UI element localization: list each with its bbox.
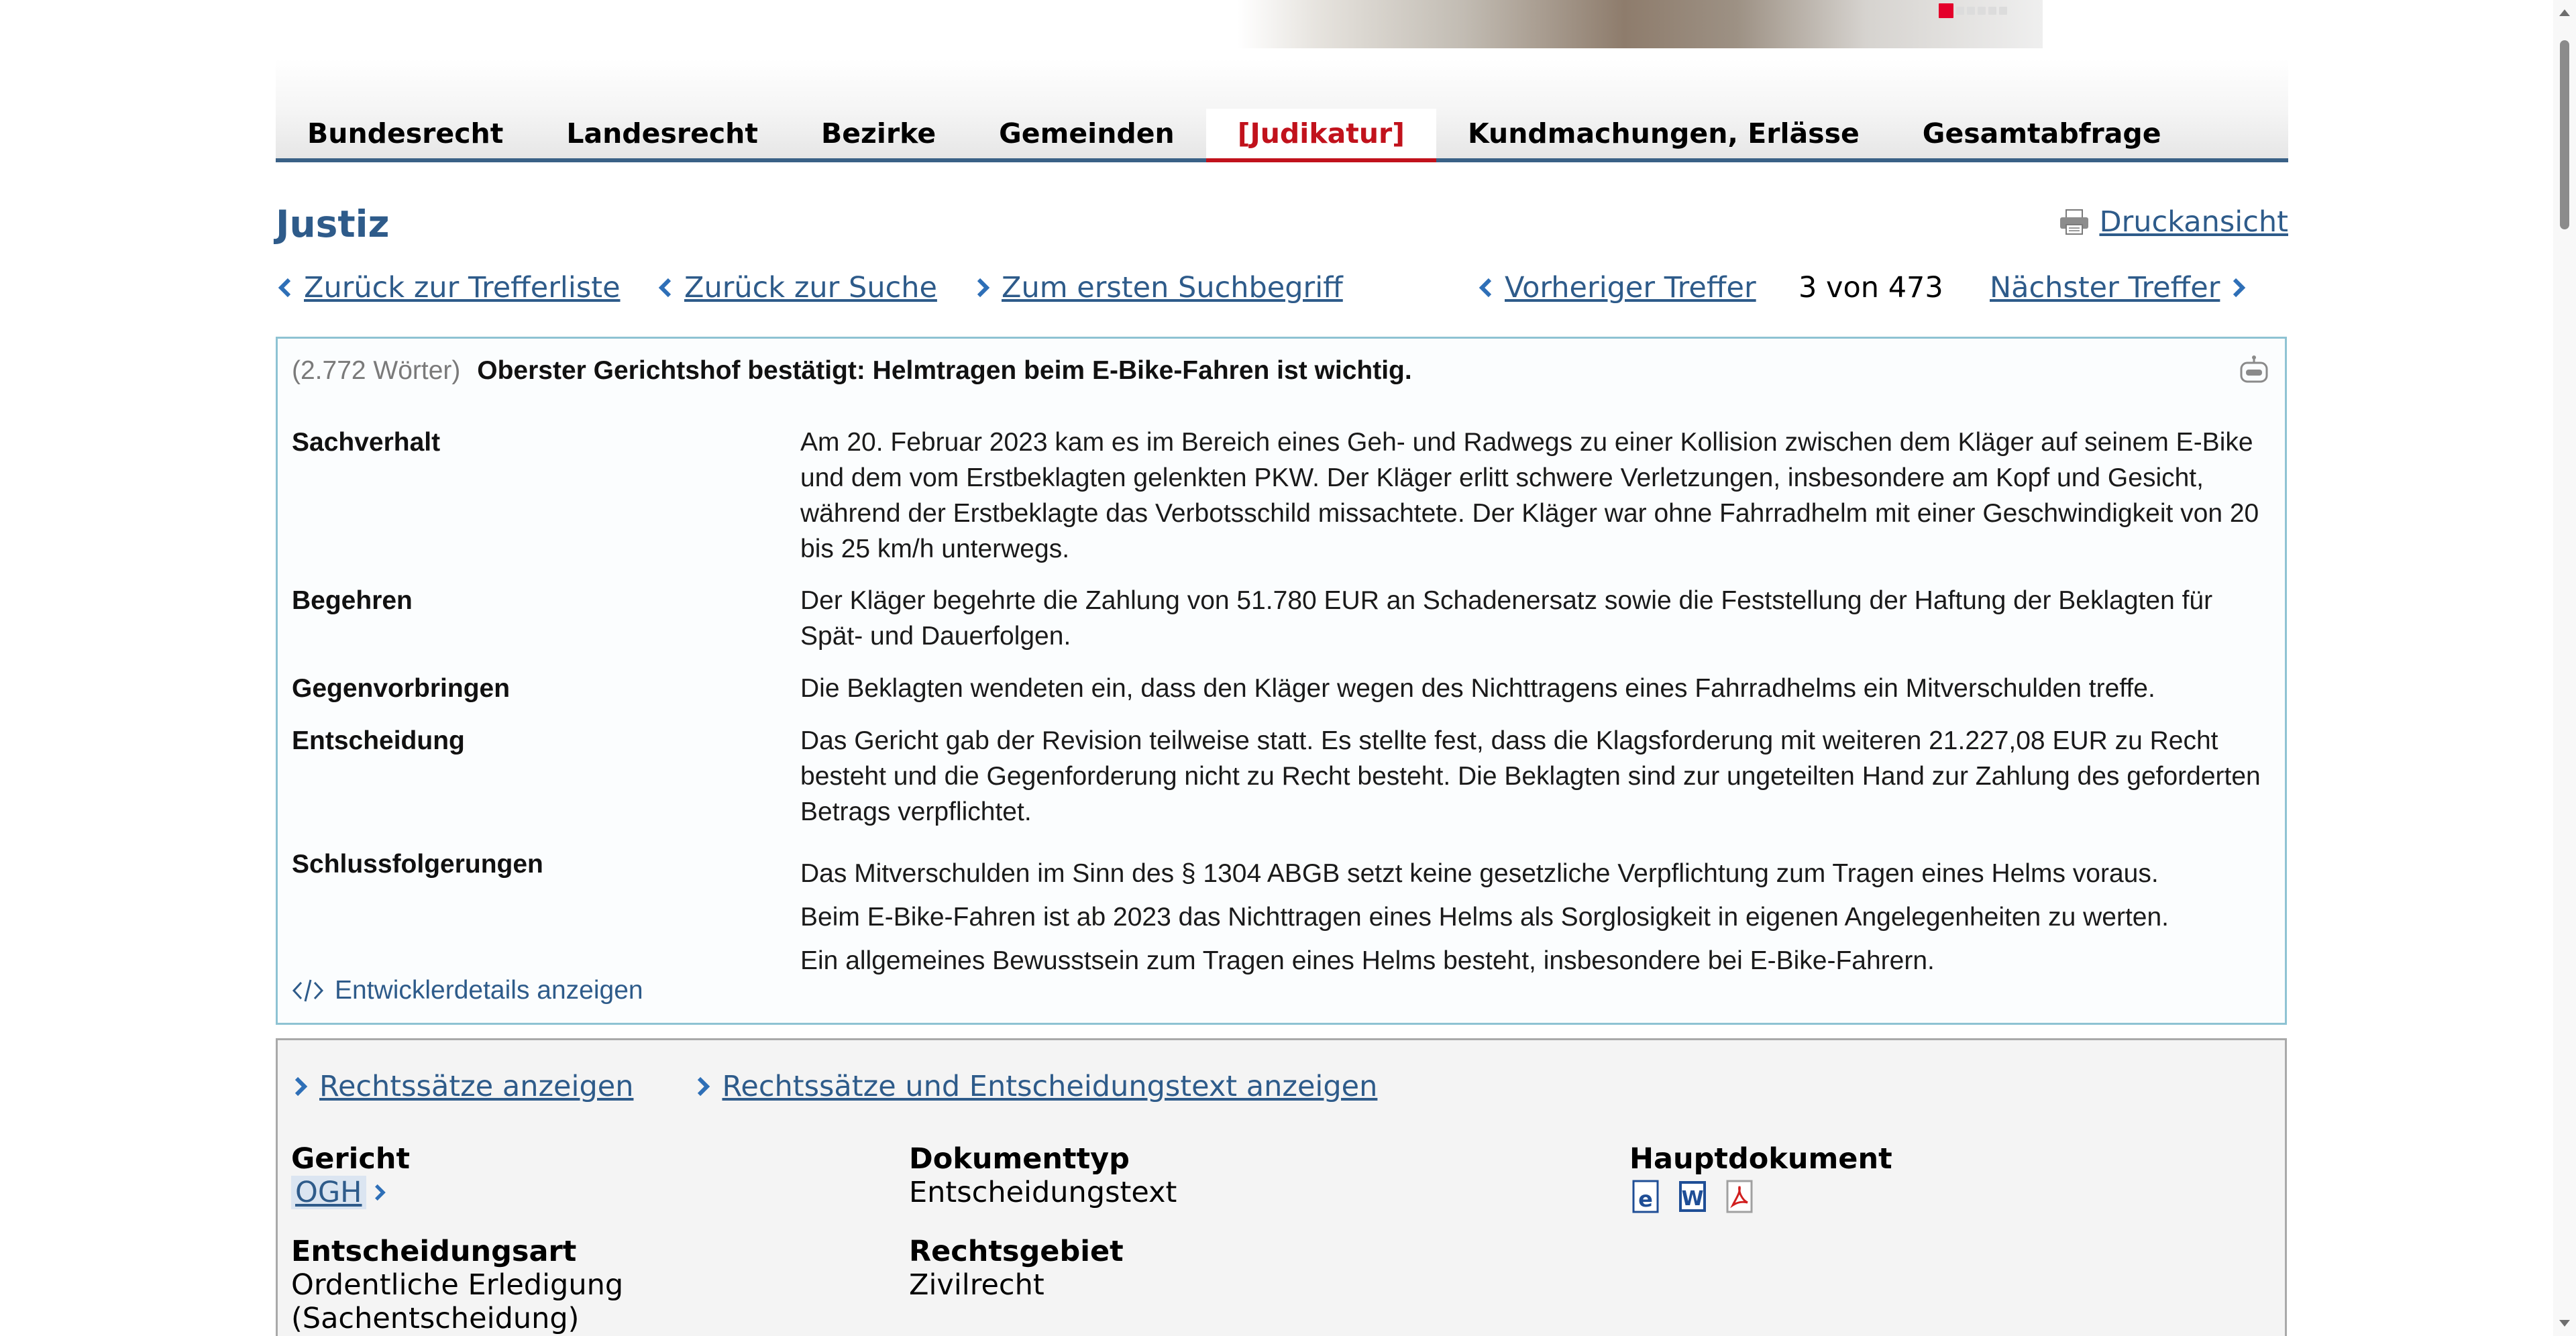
vertical-scrollbar[interactable] <box>2553 0 2576 1336</box>
field-value: Zivilrecht <box>909 1268 1044 1302</box>
nav-item-landesrecht[interactable]: Landesrecht <box>535 109 790 158</box>
field-rechtsgebiet: Rechtsgebiet Zivilrecht <box>909 1235 1124 1302</box>
slider-dot-active[interactable] <box>1939 3 1953 18</box>
html-document-icon[interactable]: e <box>1629 1180 1662 1215</box>
print-view-label[interactable]: Druckansicht <box>2099 205 2288 239</box>
field-value: Ordentliche Erledigung <box>291 1268 624 1302</box>
row-label: Sachverhalt <box>292 428 441 457</box>
svg-text:W: W <box>1681 1187 1703 1211</box>
nav-item-judikatur[interactable]: [Judikatur] <box>1205 109 1436 162</box>
field-value: (Sachentscheidung) <box>291 1302 580 1335</box>
summary-header: (2.772 Wörter) Oberster Gerichtshof best… <box>292 356 1412 386</box>
nav-item-bezirke[interactable]: Bezirke <box>790 109 967 158</box>
back-to-search-link[interactable]: Zurück zur Suche <box>656 271 937 304</box>
show-rechtssaetze-label[interactable]: Rechtssätze anzeigen <box>319 1070 633 1103</box>
printer-icon <box>2060 209 2089 235</box>
show-rechtssaetze-link[interactable]: Rechtssätze anzeigen <box>291 1070 633 1103</box>
chevron-right-icon <box>2233 278 2246 298</box>
previous-hit-link[interactable]: Vorheriger Treffer <box>1477 271 1756 304</box>
row-text: Das Gericht gab der Revision teilweise s… <box>800 726 2261 826</box>
banner-slider-indicator[interactable] <box>1939 3 2007 21</box>
field-label: Gericht <box>291 1142 411 1176</box>
result-navigation: Zurück zur Trefferliste Zurück zur Suche… <box>276 271 2288 311</box>
row-label: Gegenvorbringen <box>292 674 511 703</box>
developer-details-label[interactable]: Entwicklerdetails anzeigen <box>335 976 643 1005</box>
conclusion-item: Beim E-Bike-Fahren ist ab 2023 das Nicht… <box>800 903 2169 932</box>
slider-dot[interactable] <box>1988 7 1996 15</box>
first-search-term-link[interactable]: Zum ersten Suchbegriff <box>973 271 1343 304</box>
print-view-link[interactable]: Druckansicht <box>2059 205 2288 239</box>
scrollbar-thumb[interactable] <box>2560 40 2569 229</box>
nav-item-gesamtabfrage[interactable]: Gesamtabfrage <box>1891 109 2193 158</box>
scroll-down-arrow-icon[interactable] <box>2559 1320 2570 1327</box>
back-to-results-label[interactable]: Zurück zur Trefferliste <box>304 271 621 304</box>
pdf-document-icon[interactable] <box>1723 1180 1756 1215</box>
nav-item-bundesrecht[interactable]: Bundesrecht <box>276 109 535 158</box>
chevron-right-icon <box>374 1184 386 1201</box>
court-link[interactable]: OGH <box>291 1176 388 1209</box>
developer-details-toggle[interactable]: Entwicklerdetails anzeigen <box>292 976 643 1005</box>
robot-icon[interactable] <box>2238 355 2270 387</box>
conclusions-list: Das Mitverschulden im Sinn des § 1304 AB… <box>800 856 2276 987</box>
scroll-up-arrow-icon[interactable] <box>2559 9 2570 16</box>
word-count: (2.772 Wörter) <box>292 356 461 385</box>
slider-dot[interactable] <box>1956 7 1964 15</box>
chevron-left-icon <box>1479 278 1492 298</box>
back-to-results-link[interactable]: Zurück zur Trefferliste <box>276 271 621 304</box>
page-title: Justiz <box>276 203 390 245</box>
next-hit-link[interactable]: Nächster Treffer <box>1990 271 2248 304</box>
main-navigation: Bundesrecht Landesrecht Bezirke Gemeinde… <box>276 59 2288 162</box>
nav-item-kundmachungen[interactable]: Kundmachungen, Erlässe <box>1436 109 1891 158</box>
row-label: Begehren <box>292 586 413 615</box>
slider-dot[interactable] <box>1999 7 2007 15</box>
chevron-left-icon <box>658 278 672 298</box>
slider-dot[interactable] <box>1967 7 1975 15</box>
meta-links: Rechtssätze anzeigen Rechtssätze und Ent… <box>291 1070 1377 1103</box>
field-hauptdokument: Hauptdokument e W <box>1629 1142 1892 1215</box>
row-label: Entscheidung <box>292 726 465 755</box>
field-label: Hauptdokument <box>1629 1142 1892 1176</box>
hit-counter: 3 von 473 <box>1799 271 1943 304</box>
svg-text:e: e <box>1638 1186 1653 1212</box>
field-dokumenttyp: Dokumenttyp Entscheidungstext <box>909 1142 1177 1209</box>
field-label: Dokumenttyp <box>909 1142 1130 1176</box>
field-gericht: Gericht OGH <box>291 1142 410 1209</box>
chevron-right-icon <box>698 1076 710 1097</box>
row-text: Am 20. Februar 2023 kam es im Bereich ei… <box>800 428 2259 563</box>
code-icon <box>292 979 324 1002</box>
slider-dot[interactable] <box>1978 7 1986 15</box>
back-to-search-label[interactable]: Zurück zur Suche <box>684 271 937 304</box>
conclusion-item: Ein allgemeines Bewusstsein zum Tragen e… <box>800 946 1935 975</box>
nav-item-gemeinden[interactable]: Gemeinden <box>967 109 1206 158</box>
field-value: Entscheidungstext <box>909 1176 1177 1209</box>
chevron-right-icon <box>977 278 990 298</box>
conclusion-item: Das Mitverschulden im Sinn des § 1304 AB… <box>800 859 2159 888</box>
court-value[interactable]: OGH <box>291 1176 366 1209</box>
header-banner-image <box>1238 0 2043 48</box>
previous-hit-label[interactable]: Vorheriger Treffer <box>1505 271 1756 304</box>
row-label: Schlussfolgerungen <box>292 850 543 879</box>
summary-headline: Oberster Gerichtshof bestätigt: Helmtrag… <box>477 356 1412 385</box>
next-hit-label[interactable]: Nächster Treffer <box>1990 271 2220 304</box>
chevron-left-icon <box>278 278 291 298</box>
field-label: Entscheidungsart <box>291 1235 577 1268</box>
document-meta-box: Rechtssätze anzeigen Rechtssätze und Ent… <box>276 1038 2287 1336</box>
chevron-right-icon <box>294 1076 308 1097</box>
show-rechtssaetze-and-text-label[interactable]: Rechtssätze und Entscheidungstext anzeig… <box>722 1070 1377 1103</box>
row-text: Die Beklagten wendeten ein, dass den Klä… <box>800 674 2155 703</box>
page: Bundesrecht Landesrecht Bezirke Gemeinde… <box>0 0 2576 1336</box>
show-rechtssaetze-and-text-link[interactable]: Rechtssätze und Entscheidungstext anzeig… <box>694 1070 1377 1103</box>
field-label: Rechtsgebiet <box>909 1235 1124 1268</box>
word-document-icon[interactable]: W <box>1676 1180 1709 1215</box>
first-search-term-label[interactable]: Zum ersten Suchbegriff <box>1002 271 1343 304</box>
field-entscheidungsart: Entscheidungsart Ordentliche Erledigung … <box>291 1235 623 1335</box>
document-format-icons: e W <box>1629 1180 1892 1215</box>
row-text: Der Kläger begehrte die Zahlung von 51.7… <box>800 586 2213 651</box>
ai-summary-box: (2.772 Wörter) Oberster Gerichtshof best… <box>276 337 2287 1025</box>
